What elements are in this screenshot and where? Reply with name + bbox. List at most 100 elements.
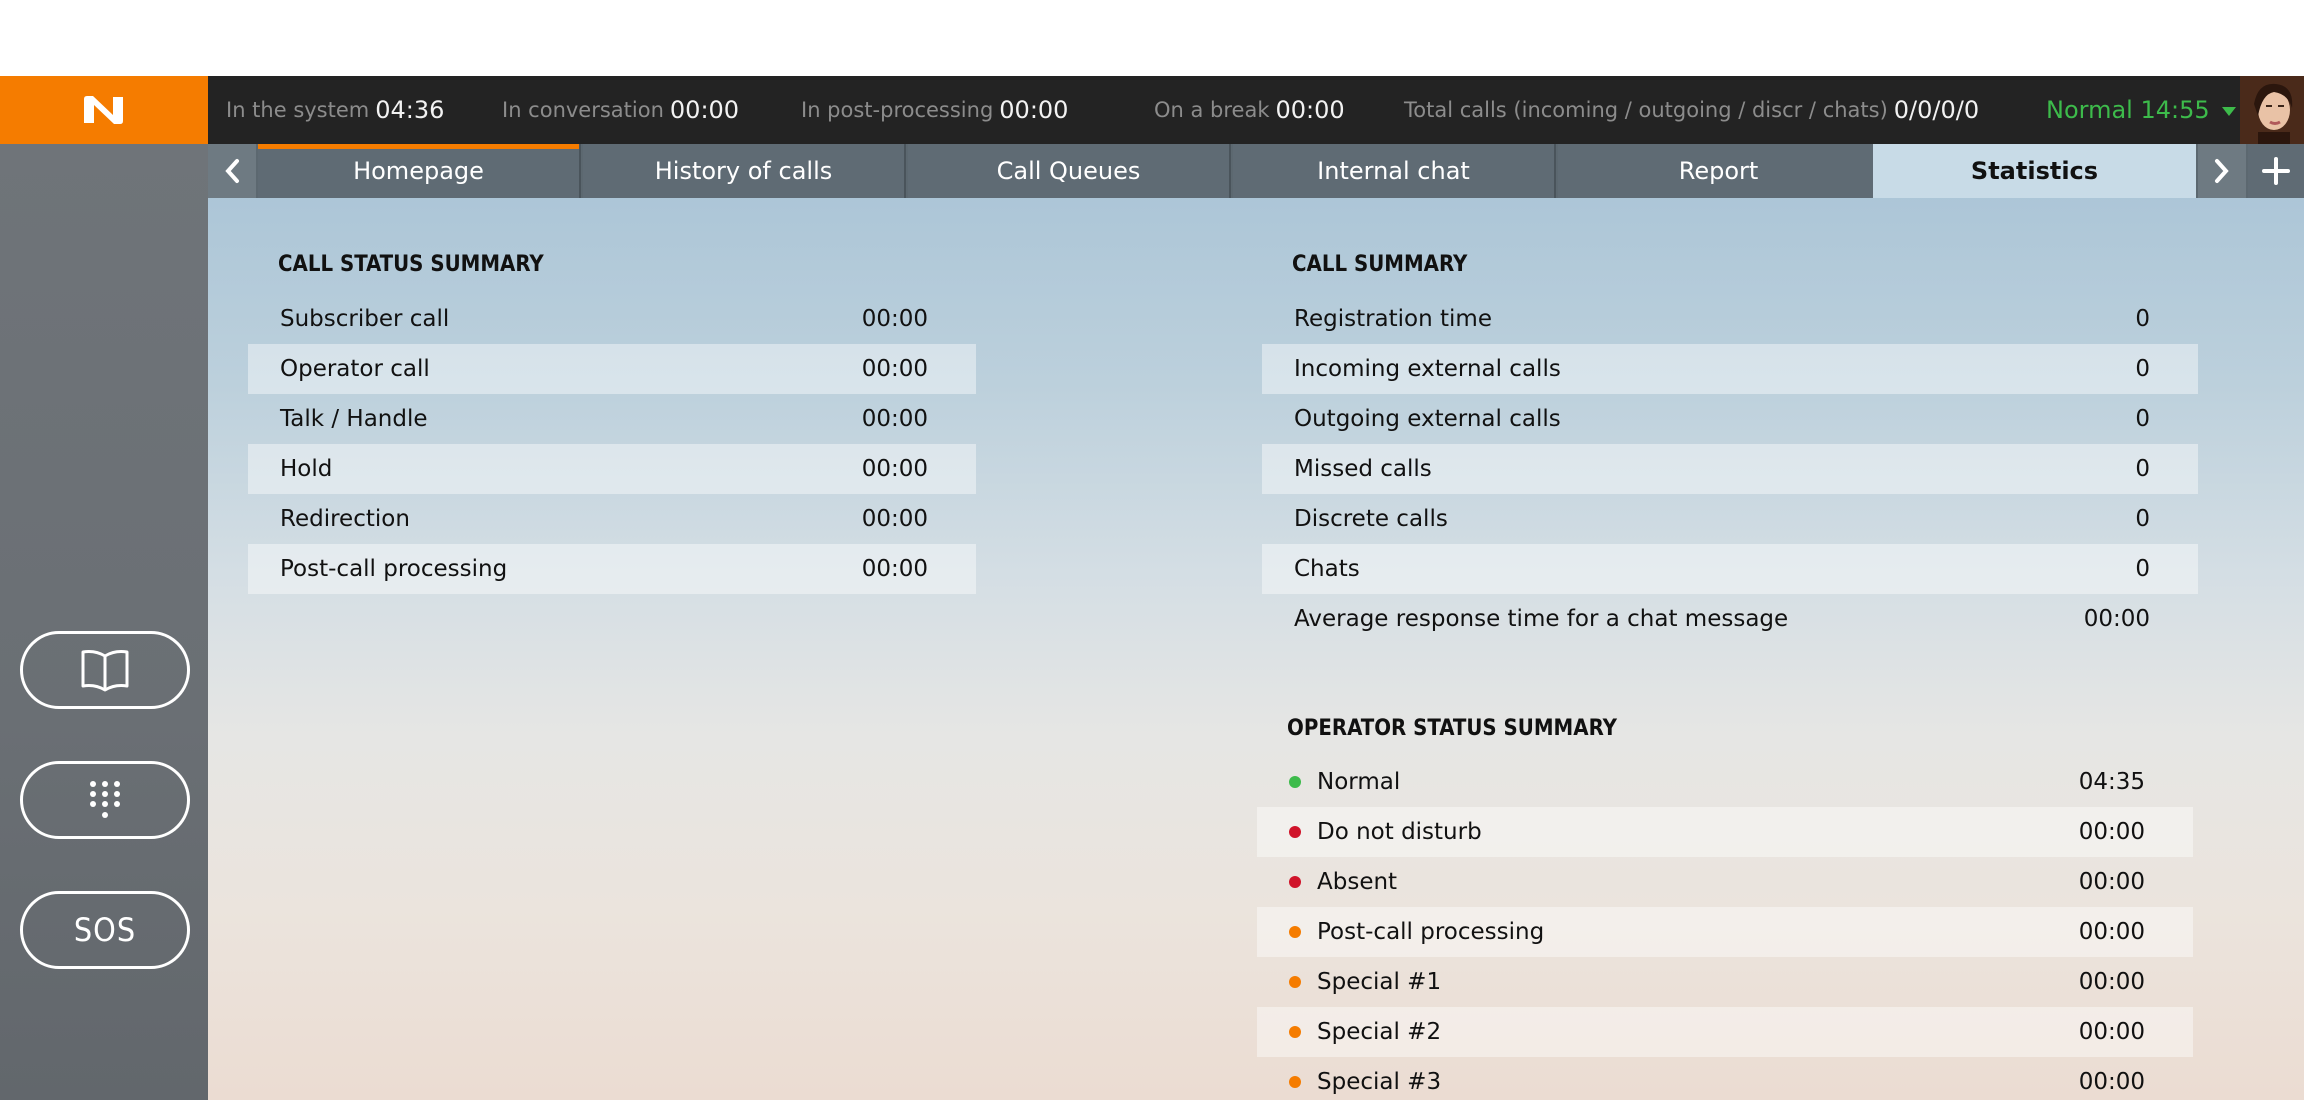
in-system-stat: In the system 04:36 xyxy=(226,76,444,144)
row-label: Redirection xyxy=(280,506,410,532)
row-label: Hold xyxy=(280,456,333,482)
operator-status-summary-title: OPERATOR STATUS SUMMARY xyxy=(1287,716,1617,741)
row-label: Post-call processing xyxy=(280,556,508,582)
row-value: 0 xyxy=(2135,506,2150,532)
tab-call-queues-label: Call Queues xyxy=(996,157,1141,185)
row-value: 00:00 xyxy=(861,456,928,482)
operator-status-dropdown[interactable]: Normal 14:55 xyxy=(2046,76,2236,144)
row-value: 00:00 xyxy=(861,406,928,432)
row-label: Post-call processing xyxy=(1317,919,1545,945)
table-row: Average response time for a chat message… xyxy=(1262,594,2198,644)
user-avatar-icon xyxy=(2240,76,2304,144)
row-label: Outgoing external calls xyxy=(1294,406,1561,432)
tab-history-of-calls[interactable]: History of calls xyxy=(583,144,906,198)
on-break-stat: On a break 00:00 xyxy=(1154,76,1345,144)
row-value: 00:00 xyxy=(2083,606,2150,632)
table-row: Redirection 00:00 xyxy=(248,494,976,544)
main-content: Homepage History of calls Call Queues In… xyxy=(208,144,2304,1100)
row-label: Special #2 xyxy=(1317,1019,1442,1045)
table-row: Incoming external calls 0 xyxy=(1262,344,2198,394)
row-value: 0 xyxy=(2135,306,2150,332)
table-row: Outgoing external calls 0 xyxy=(1262,394,2198,444)
book-icon xyxy=(81,650,129,692)
call-summary-table: Registration time 0 Incoming external ca… xyxy=(1262,294,2198,644)
post-processing-stat: In post-processing 00:00 xyxy=(801,76,1068,144)
total-calls-stat: Total calls (incoming / outgoing / discr… xyxy=(1404,76,1979,144)
row-value: 04:35 xyxy=(2078,769,2145,795)
in-conversation-label: In conversation xyxy=(502,98,664,122)
phonebook-button[interactable] xyxy=(20,631,190,709)
total-calls-label: Total calls (incoming / outgoing / discr… xyxy=(1404,98,1888,122)
row-label: Special #1 xyxy=(1317,969,1442,995)
tabs-scroll-right-button[interactable] xyxy=(2198,144,2246,198)
table-row: Subscriber call 00:00 xyxy=(248,294,976,344)
row-value: 00:00 xyxy=(861,356,928,382)
row-value: 0 xyxy=(2135,406,2150,432)
status-dot-orange xyxy=(1289,1026,1301,1038)
sos-button[interactable]: SOS xyxy=(20,891,190,969)
table-row: Hold 00:00 xyxy=(248,444,976,494)
row-label: Missed calls xyxy=(1294,456,1432,482)
call-status-summary-title: CALL STATUS SUMMARY xyxy=(278,252,544,277)
tabs-scroll-left-button[interactable] xyxy=(208,144,256,198)
chevron-down-icon xyxy=(2221,107,2236,116)
tab-bar: Homepage History of calls Call Queues In… xyxy=(208,144,2304,198)
table-row: Special #1 00:00 xyxy=(1257,957,2193,1007)
avatar[interactable] xyxy=(2240,76,2304,144)
status-dot-orange xyxy=(1289,926,1301,938)
chevron-left-icon xyxy=(225,159,239,183)
call-summary-title: CALL SUMMARY xyxy=(1292,252,1468,277)
on-break-label: On a break xyxy=(1154,98,1270,122)
post-processing-label: In post-processing xyxy=(801,98,994,122)
chevron-right-icon xyxy=(2215,159,2229,183)
row-value: 00:00 xyxy=(861,556,928,582)
tab-statistics[interactable]: Statistics xyxy=(1873,144,2196,198)
tab-report[interactable]: Report xyxy=(1558,144,1881,198)
status-dot-orange xyxy=(1289,976,1301,988)
call-status-summary-table: Subscriber call 00:00 Operator call 00:0… xyxy=(248,294,976,594)
status-dot-red xyxy=(1289,826,1301,838)
row-value: 0 xyxy=(2135,356,2150,382)
row-value: 0 xyxy=(2135,456,2150,482)
plus-icon xyxy=(2262,157,2290,185)
table-row: Special #2 00:00 xyxy=(1257,1007,2193,1057)
tab-internal-chat[interactable]: Internal chat xyxy=(1233,144,1556,198)
logo[interactable] xyxy=(0,76,208,144)
status-dot-green xyxy=(1289,776,1301,788)
table-row: Missed calls 0 xyxy=(1262,444,2198,494)
top-status-bar: In the system 04:36 In conversation 00:0… xyxy=(0,76,2304,144)
in-system-label: In the system xyxy=(226,98,370,122)
add-tab-button[interactable] xyxy=(2248,144,2304,198)
row-label: Absent xyxy=(1317,869,1398,895)
row-label: Operator call xyxy=(280,356,430,382)
app-window: In the system 04:36 In conversation 00:0… xyxy=(0,76,2304,1100)
table-row: Do not disturb 00:00 xyxy=(1257,807,2193,857)
row-value: 00:00 xyxy=(2078,1019,2145,1045)
row-value: 00:00 xyxy=(2078,919,2145,945)
table-row: Discrete calls 0 xyxy=(1262,494,2198,544)
tab-homepage-label: Homepage xyxy=(353,157,484,185)
sidebar: SOS xyxy=(0,144,208,1100)
table-row: Operator call 00:00 xyxy=(248,344,976,394)
table-row: Chats 0 xyxy=(1262,544,2198,594)
table-row: Registration time 0 xyxy=(1262,294,2198,344)
table-row: Special #3 00:00 xyxy=(1257,1057,2193,1100)
row-label: Average response time for a chat message xyxy=(1294,606,1789,632)
dialpad-button[interactable] xyxy=(20,761,190,839)
tab-call-queues[interactable]: Call Queues xyxy=(908,144,1231,198)
table-row: Absent 00:00 xyxy=(1257,857,2193,907)
dialpad-icon xyxy=(90,781,120,818)
row-label: Do not disturb xyxy=(1317,819,1482,845)
post-processing-value: 00:00 xyxy=(999,96,1069,124)
row-value: 0 xyxy=(2135,556,2150,582)
tab-homepage[interactable]: Homepage xyxy=(258,144,581,198)
operator-status-summary-table: Normal 04:35 Do not disturb 00:00 Absent… xyxy=(1257,757,2193,1100)
row-label: Chats xyxy=(1294,556,1360,582)
table-row: Post-call processing 00:00 xyxy=(248,544,976,594)
logo-icon xyxy=(84,96,123,124)
status-dot-red xyxy=(1289,876,1301,888)
row-label: Discrete calls xyxy=(1294,506,1448,532)
row-value: 00:00 xyxy=(2078,869,2145,895)
table-row: Talk / Handle 00:00 xyxy=(248,394,976,444)
tab-history-label: History of calls xyxy=(654,157,833,185)
